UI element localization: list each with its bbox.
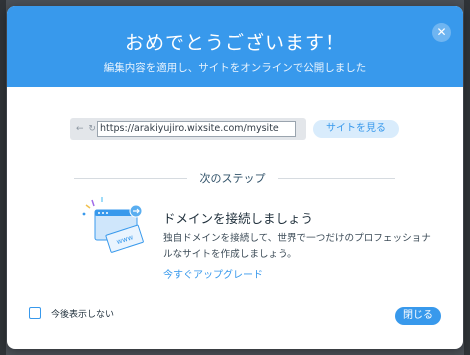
- view-site-button[interactable]: サイトを見る: [313, 120, 399, 138]
- dialog-subtitle: 編集内容を適用し、サイトをオンラインで公開しました: [103, 62, 367, 74]
- divider-left: [74, 178, 187, 179]
- dialog-title: おめでとうございます！: [124, 32, 345, 54]
- close-button[interactable]: 閉じる: [395, 307, 441, 325]
- close-icon[interactable]: ✕: [432, 23, 451, 42]
- dont-show-again-label: 今後表示しない: [51, 309, 115, 320]
- backdrop-right: [464, 0, 470, 355]
- browser-nav-icon: ← ↻: [76, 124, 97, 134]
- divider-right: [278, 178, 395, 179]
- dont-show-again-checkbox[interactable]: [29, 307, 41, 319]
- domain-illustration-icon: www: [82, 197, 144, 253]
- connect-domain-description: 独自ドメインを接続して、世界で一つだけのプロフェッショナルなサイトを作成しましょ…: [163, 233, 431, 260]
- dont-show-again-option[interactable]: 今後表示しない: [29, 306, 114, 320]
- publish-success-dialog: おめでとうございます！ 編集内容を適用し、サイトをオンラインで公開しました ✕ …: [7, 6, 463, 349]
- site-url-bar: ← ↻ https://arakiyujiro.wixsite.com/mysi…: [70, 118, 306, 140]
- connect-domain-title: ドメインを接続しましょう: [163, 211, 314, 226]
- site-url-field[interactable]: https://arakiyujiro.wixsite.com/mysite: [97, 121, 296, 137]
- backdrop-left: [0, 0, 6, 355]
- dialog-header: おめでとうございます！ 編集内容を適用し、サイトをオンラインで公開しました ✕: [7, 6, 463, 87]
- next-steps-heading: 次のステップ: [199, 172, 266, 185]
- upgrade-now-link[interactable]: 今すぐアップグレード: [163, 266, 263, 281]
